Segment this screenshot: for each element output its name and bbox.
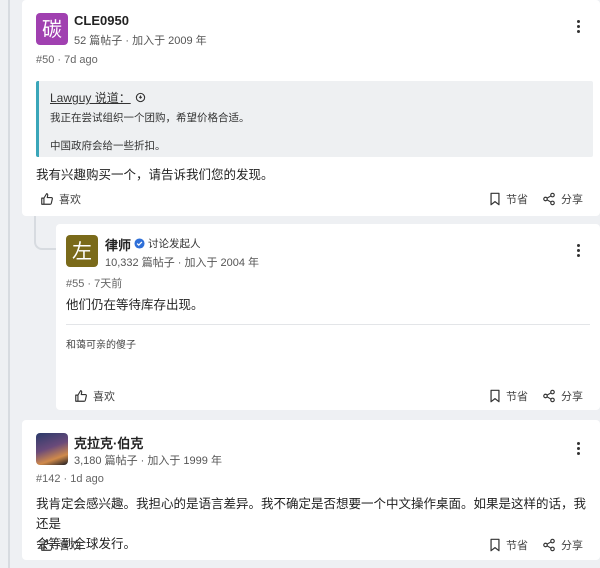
share-icon — [543, 389, 555, 403]
expand-quote-icon[interactable] — [135, 92, 146, 103]
share-label: 分享 — [561, 391, 583, 403]
post-meta[interactable]: #55 · 7天前 — [66, 275, 122, 291]
thumbs-up-icon — [41, 193, 53, 205]
like-label: 喜欢 — [59, 194, 81, 206]
like-label: 喜欢 — [93, 391, 115, 403]
post-card: 克拉克·伯克 3,180 篇帖子 · 加入于 1999 年 #142 · 1d … — [22, 420, 600, 560]
post-body-line: 我肯定会感兴趣。我担心的是语言差异。我不确定是否想要一个中文操作桌面。如果是这样… — [36, 497, 587, 531]
bookmark-button[interactable]: 节省 — [489, 191, 528, 207]
post-card: 碳 CLE0950 52 篇帖子 · 加入于 2009 年 #50 · 7d a… — [22, 0, 600, 216]
share-label: 分享 — [561, 540, 583, 552]
user-stats: 10,332 篇帖子 · 加入于 2004 年 — [105, 257, 260, 269]
user-stats: 52 篇帖子 · 加入于 2009 年 — [74, 35, 207, 47]
share-icon — [543, 538, 555, 552]
thumbs-up-icon — [75, 390, 87, 402]
op-badge: 讨论发起人 — [134, 236, 201, 251]
thread-line — [8, 0, 10, 568]
share-button[interactable]: 分享 — [542, 537, 583, 553]
share-button[interactable]: 分享 — [542, 388, 583, 404]
op-badge-label: 讨论发起人 — [148, 238, 201, 250]
share-button[interactable]: 分享 — [542, 191, 583, 207]
bookmark-label: 节省 — [506, 391, 528, 403]
like-button[interactable]: 喜欢 — [40, 537, 81, 553]
thumbs-up-icon — [41, 539, 53, 551]
quote-line: 我正在尝试组织一个团购，希望价格合适。 — [50, 112, 250, 124]
signature-divider — [66, 324, 590, 325]
post-card: 左 律师 讨论发起人 10,332 篇帖子 · 加入于 2004 年 #55 ·… — [56, 224, 600, 410]
username[interactable]: 律师 — [105, 235, 131, 254]
thread-line — [34, 216, 36, 240]
share-icon — [543, 192, 555, 206]
share-label: 分享 — [561, 194, 583, 206]
quote-block: Lawguy 说道： 我正在尝试组织一个团购，希望价格合适。 中国政府会给一些折… — [36, 81, 593, 157]
signature: 和蔼可亲的傻子 — [66, 340, 136, 351]
like-button[interactable]: 喜欢 — [40, 191, 81, 207]
avatar[interactable]: 左 — [66, 235, 98, 267]
post-meta[interactable]: #50 · 7d ago — [36, 54, 98, 66]
more-options-icon[interactable] — [571, 18, 585, 34]
bookmark-label: 节省 — [506, 540, 528, 552]
bookmark-button[interactable]: 节省 — [489, 537, 528, 553]
username[interactable]: 克拉克·伯克 — [74, 433, 143, 452]
bookmark-icon — [490, 192, 500, 206]
bookmark-icon — [490, 538, 500, 552]
thread-branch — [34, 238, 58, 250]
post-body: 他们仍在等待库存出现。 — [66, 298, 204, 312]
post-body: 我有兴趣购买一个，请告诉我们您的发现。 — [36, 168, 274, 182]
post-meta[interactable]: #142 · 1d ago — [36, 473, 104, 485]
user-stats: 3,180 篇帖子 · 加入于 1999 年 — [74, 455, 222, 467]
bookmark-icon — [490, 389, 500, 403]
quote-author-name[interactable]: Lawguy 说道： — [50, 89, 131, 106]
bookmark-label: 节省 — [506, 194, 528, 206]
like-label: 喜欢 — [59, 540, 81, 552]
avatar[interactable] — [36, 433, 68, 465]
avatar[interactable]: 碳 — [36, 13, 68, 45]
like-button[interactable]: 喜欢 — [74, 388, 115, 404]
quote-line: 中国政府会给一些折扣。 — [50, 140, 166, 152]
more-options-icon[interactable] — [571, 440, 585, 456]
username[interactable]: CLE0950 — [74, 13, 129, 28]
verified-icon — [134, 238, 145, 249]
bookmark-button[interactable]: 节省 — [489, 388, 528, 404]
more-options-icon[interactable] — [571, 242, 585, 258]
quote-author[interactable]: Lawguy 说道： — [50, 89, 146, 106]
